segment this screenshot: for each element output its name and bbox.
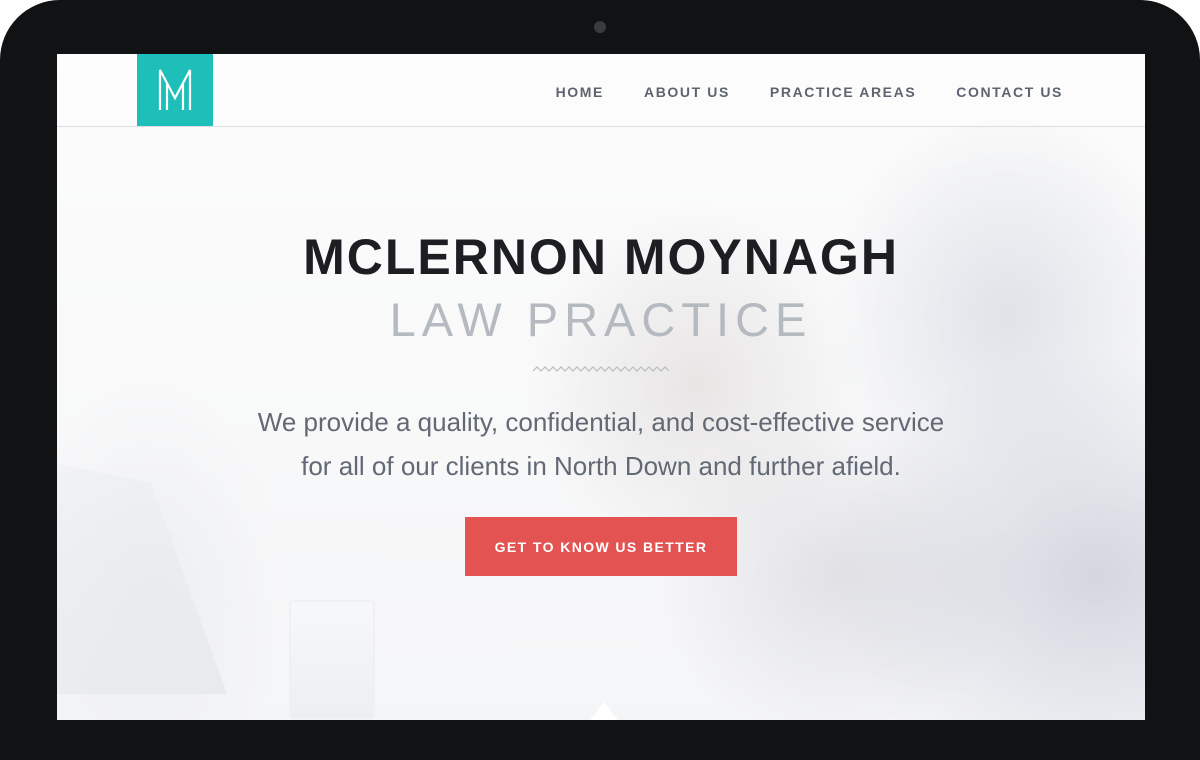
main-nav: HOME ABOUT US PRACTICE AREAS CONTACT US (556, 84, 1063, 100)
nav-contact-us[interactable]: CONTACT US (956, 84, 1063, 100)
logo-link[interactable] (137, 54, 213, 126)
website-screen: HOME ABOUT US PRACTICE AREAS CONTACT US … (57, 54, 1145, 720)
caret-up-icon[interactable] (590, 702, 618, 720)
nav-about-us[interactable]: ABOUT US (644, 84, 730, 100)
m-monogram-icon (158, 69, 192, 110)
get-to-know-us-button[interactable]: GET TO KNOW US BETTER (465, 517, 737, 576)
hero-title: MCLERNON MOYNAGH (303, 229, 899, 285)
hero-overlay (57, 54, 1145, 720)
hero-subtitle: LAW PRACTICE (389, 293, 813, 346)
nav-home[interactable]: HOME (556, 84, 604, 100)
zigzag-divider-icon (533, 366, 669, 372)
camera-icon (594, 21, 606, 33)
device-frame: HOME ABOUT US PRACTICE AREAS CONTACT US … (0, 0, 1200, 760)
hero-tagline-line-2: for all of our clients in North Down and… (301, 451, 901, 481)
site-header: HOME ABOUT US PRACTICE AREAS CONTACT US (57, 54, 1145, 127)
nav-practice-areas[interactable]: PRACTICE AREAS (770, 84, 916, 100)
hero-tagline-line-1: We provide a quality, confidential, and … (257, 407, 945, 437)
hero-tagline: We provide a quality, confidential, and … (57, 400, 1145, 488)
